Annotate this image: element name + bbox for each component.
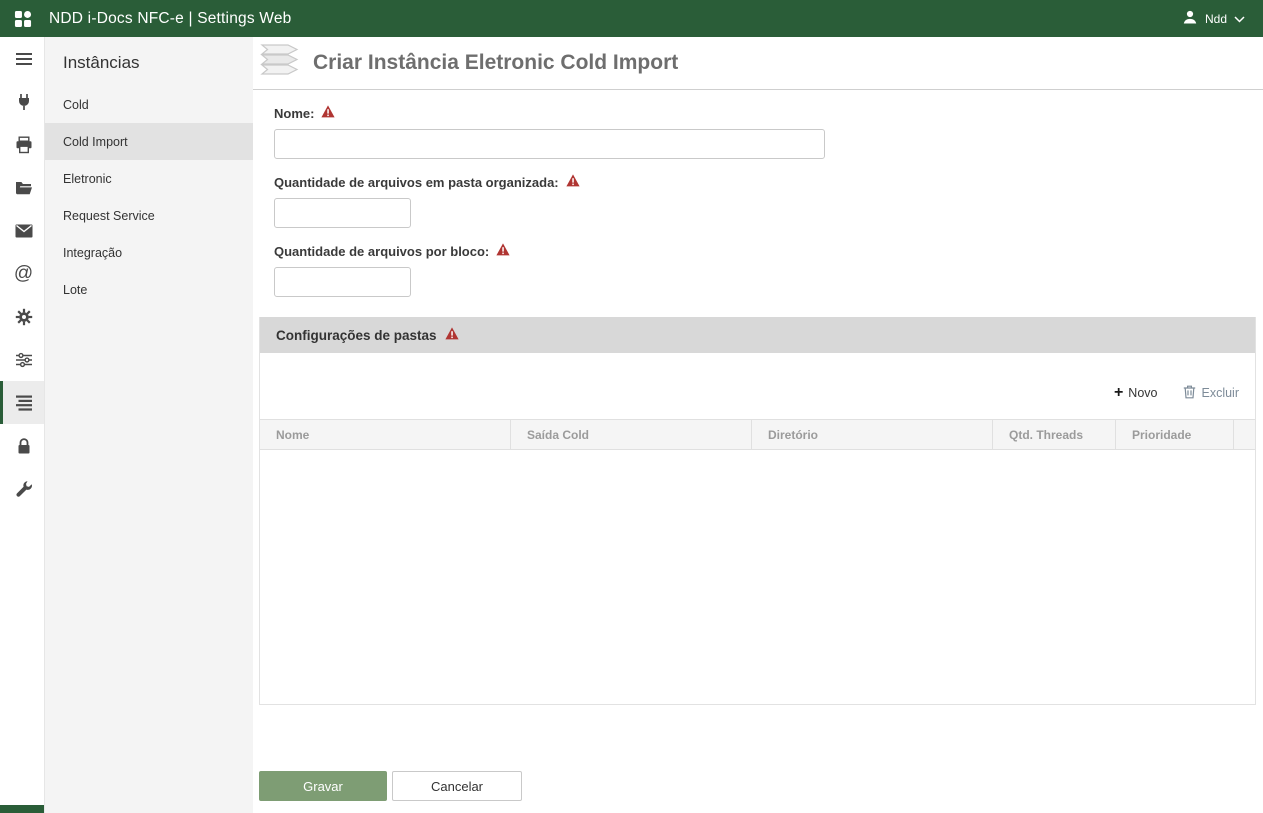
icon-rail-footer	[0, 805, 44, 813]
qtd-pasta-organizada-input[interactable]	[274, 198, 411, 228]
cancel-button[interactable]: Cancelar	[392, 771, 522, 801]
sidebar-item-lote[interactable]: Lote	[45, 271, 253, 308]
grid-column-filler	[1233, 420, 1255, 449]
new-button[interactable]: + Novo	[1114, 385, 1158, 401]
folders-config-panel: Configurações de pastas + Novo	[259, 317, 1256, 705]
page-header: Criar Instância Eletronic Cold Import	[253, 37, 1263, 90]
instances-list-icon[interactable]	[0, 381, 44, 424]
save-button[interactable]: Gravar	[259, 771, 387, 801]
user-name: Ndd	[1205, 12, 1227, 26]
sidebar-title: Instâncias	[45, 37, 253, 86]
field-label-qtd-bloco: Quantidade de arquivos por bloco:	[274, 243, 1256, 259]
topbar: NDD i-Docs NFC-e | Settings Web Ndd	[0, 0, 1263, 37]
folders-config-header: Configurações de pastas	[260, 317, 1255, 353]
grid-column-qtd-threads: Qtd. Threads	[992, 420, 1115, 449]
form-actions: Gravar Cancelar	[259, 771, 1256, 801]
warning-icon	[496, 243, 510, 259]
qtd-bloco-input[interactable]	[274, 267, 411, 297]
trash-icon	[1183, 385, 1196, 402]
icon-rail: @	[0, 37, 45, 813]
nome-input[interactable]	[274, 129, 825, 159]
plug-icon[interactable]	[0, 80, 44, 123]
grid-header-row: Nome Saída Cold Diretório Qtd. Threads P…	[260, 419, 1255, 450]
grid-body-empty	[260, 450, 1255, 704]
user-icon	[1182, 9, 1198, 28]
warning-icon	[566, 174, 580, 190]
sidebar-item-eletronic[interactable]: Eletronic	[45, 160, 253, 197]
lock-icon[interactable]	[0, 424, 44, 467]
at-sign-icon[interactable]: @	[0, 252, 44, 295]
sidebar-item-cold[interactable]: Cold	[45, 86, 253, 123]
user-menu[interactable]: Ndd	[1182, 9, 1263, 28]
app-title: NDD i-Docs NFC-e | Settings Web	[49, 10, 292, 28]
stacked-documents-icon	[259, 42, 307, 85]
sidebar-item-request-service[interactable]: Request Service	[45, 197, 253, 234]
sidebar-item-integracao[interactable]: Integração	[45, 234, 253, 271]
grid-column-prioridade: Prioridade	[1115, 420, 1233, 449]
delete-button[interactable]: Excluir	[1183, 385, 1239, 402]
sidebar-item-cold-import[interactable]: Cold Import	[45, 123, 253, 160]
grid-column-nome: Nome	[260, 420, 510, 449]
chevron-down-icon	[1234, 12, 1245, 26]
plus-icon: +	[1114, 385, 1123, 401]
page-title: Criar Instância Eletronic Cold Import	[313, 51, 678, 75]
wrench-icon[interactable]	[0, 467, 44, 510]
sliders-icon[interactable]	[0, 338, 44, 381]
printer-icon[interactable]	[0, 123, 44, 166]
warning-icon	[321, 105, 335, 121]
mail-icon[interactable]	[0, 209, 44, 252]
menu-icon[interactable]	[0, 37, 44, 80]
grid-toolbar: + Novo Excluir	[260, 353, 1255, 419]
warning-icon	[445, 327, 459, 343]
field-label-qtd-pasta: Quantidade de arquivos em pasta organiza…	[274, 174, 1256, 190]
folder-icon[interactable]	[0, 166, 44, 209]
grid-column-saida-cold: Saída Cold	[510, 420, 751, 449]
grid-column-diretorio: Diretório	[751, 420, 992, 449]
app-logo-icon[interactable]	[0, 0, 45, 37]
main-content: Criar Instância Eletronic Cold Import No…	[253, 37, 1263, 813]
instances-sidebar: Instâncias Cold Cold Import Eletronic Re…	[45, 37, 253, 813]
field-label-nome: Nome:	[274, 105, 1256, 121]
gear-icon[interactable]	[0, 295, 44, 338]
